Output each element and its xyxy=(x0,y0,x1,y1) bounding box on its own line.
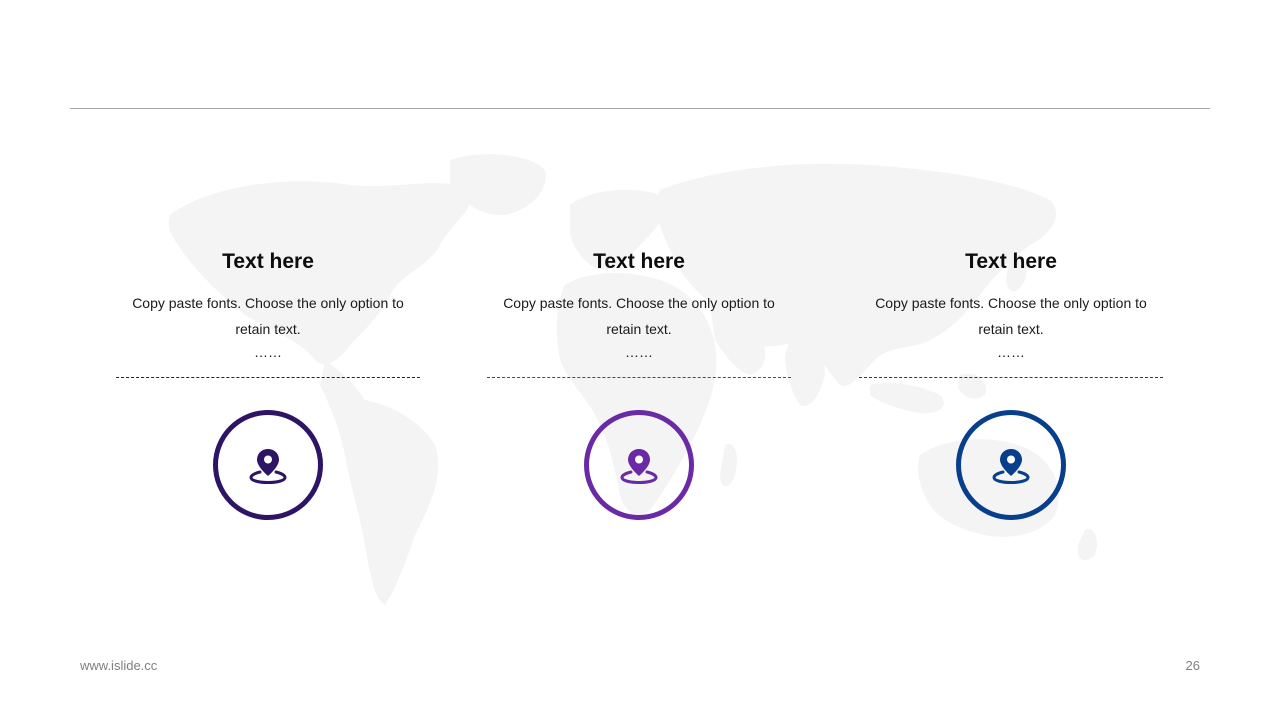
column-title: Text here xyxy=(222,250,314,273)
footer-website: www.islide.cc xyxy=(80,658,158,673)
column-ellipsis: …… xyxy=(254,344,282,360)
map-pin-icon xyxy=(249,449,287,485)
column-ellipsis: …… xyxy=(997,344,1025,360)
column-ellipsis: …… xyxy=(625,344,653,360)
feature-column-3: Text here Copy paste fonts. Choose the o… xyxy=(856,248,1166,520)
slide: Text here Copy paste fonts. Choose the o… xyxy=(0,0,1280,720)
icon-circle xyxy=(213,410,323,520)
dashed-divider xyxy=(859,377,1163,378)
feature-column-2: Text here Copy paste fonts. Choose the o… xyxy=(484,248,794,520)
icon-circle xyxy=(956,410,1066,520)
column-body-text: Copy paste fonts. Choose the only option… xyxy=(875,295,1147,337)
dashed-divider xyxy=(116,377,420,378)
page-number: 26 xyxy=(1185,658,1200,673)
column-title: Text here xyxy=(593,250,685,273)
dashed-divider xyxy=(487,377,791,378)
map-pin-icon xyxy=(992,449,1030,485)
column-title: Text here xyxy=(965,250,1057,273)
column-body-text: Copy paste fonts. Choose the only option… xyxy=(132,295,404,337)
map-pin-icon xyxy=(620,449,658,485)
icon-circle xyxy=(584,410,694,520)
feature-column-1: Text here Copy paste fonts. Choose the o… xyxy=(113,248,423,520)
top-divider xyxy=(70,108,1210,109)
column-body-text: Copy paste fonts. Choose the only option… xyxy=(503,295,775,337)
